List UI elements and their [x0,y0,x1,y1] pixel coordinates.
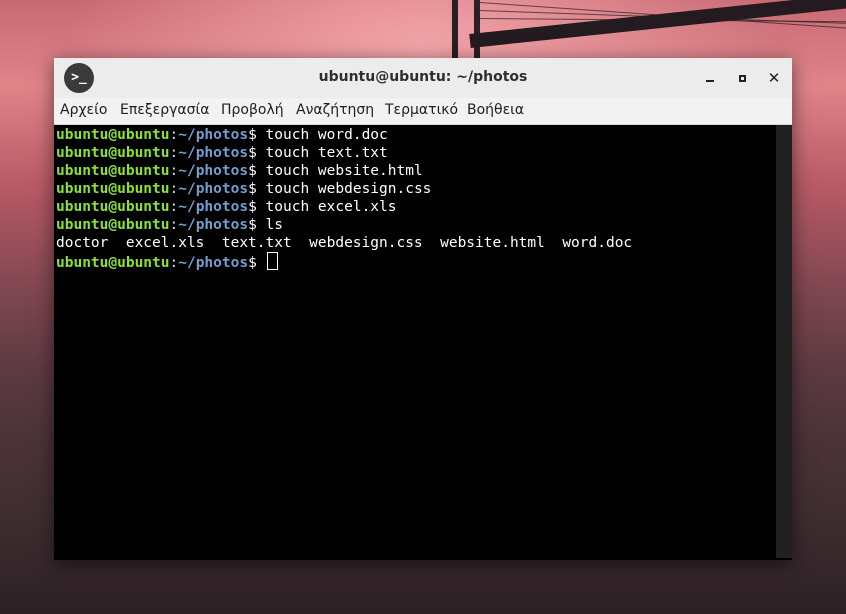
prompt-user: ubuntu@ubuntu [56,199,170,215]
command-text: touch website.html [256,163,423,179]
background-bridge-tower [452,0,480,64]
prompt-separator: : [169,163,179,179]
scrollbar[interactable] [776,125,792,558]
close-button[interactable]: ✕ [764,68,784,88]
command-text: ls [256,217,284,233]
terminal-line: ubuntu@ubuntu:~/photos$ ls [56,216,776,234]
command-text: touch text.txt [256,145,388,161]
prompt-separator: : [169,145,179,161]
terminal-line: ubuntu@ubuntu:~/photos$ touch excel.xls [56,198,776,216]
window-title: ubuntu@ubuntu: ~/photos [318,69,528,85]
prompt-path: ~/photos [178,181,249,197]
prompt-separator: : [169,255,179,271]
prompt-symbol: $ [248,145,257,161]
minimize-icon [706,80,714,82]
prompt-separator: : [169,181,179,197]
ls-output: doctor excel.xls text.txt webdesign.css … [56,235,633,251]
maximize-icon [738,74,746,82]
menu-edit[interactable]: Επεξεργασία [120,102,209,118]
command-text: touch word.doc [256,127,388,143]
terminal-line: ubuntu@ubuntu:~/photos$ touch word.doc [56,126,776,144]
minimize-button[interactable] [700,68,720,88]
prompt-path: ~/photos [178,199,249,215]
prompt-user: ubuntu@ubuntu [56,255,170,271]
menu-terminal[interactable]: Τερματικό [385,102,458,118]
maximize-button[interactable] [732,68,752,88]
menu-bar: Αρχείο Επεξεργασία Προβολή Αναζήτηση Τερ… [54,98,792,125]
prompt-symbol: $ [248,199,257,215]
terminal-line-active: ubuntu@ubuntu:~/photos$ [56,252,776,271]
menu-help[interactable]: Βοήθεια [467,102,524,118]
terminal-line: ubuntu@ubuntu:~/photos$ touch webdesign.… [56,180,776,198]
prompt-path: ~/photos [178,163,249,179]
prompt-symbol: $ [248,181,257,197]
menu-file[interactable]: Αρχείο [60,102,107,118]
prompt-user: ubuntu@ubuntu [56,181,170,197]
terminal-line: ubuntu@ubuntu:~/photos$ touch text.txt [56,144,776,162]
terminal-line: ubuntu@ubuntu:~/photos$ touch website.ht… [56,162,776,180]
prompt-path: ~/photos [178,145,249,161]
prompt-path: ~/photos [178,217,249,233]
prompt-separator: : [169,127,179,143]
prompt-user: ubuntu@ubuntu [56,217,170,233]
prompt-separator: : [169,217,179,233]
prompt-user: ubuntu@ubuntu [56,127,170,143]
prompt-symbol: $ [248,217,257,233]
prompt-symbol: $ [248,127,257,143]
terminal-window[interactable]: >_ ubuntu@ubuntu: ~/photos ✕ Αρχείο Επεξ… [54,58,792,560]
prompt-path: ~/photos [178,127,249,143]
command-text: touch excel.xls [256,199,397,215]
menu-view[interactable]: Προβολή [221,102,284,118]
prompt-symbol: $ [248,255,257,271]
prompt-separator: : [169,199,179,215]
text-cursor [266,252,278,270]
prompt-path: ~/photos [178,255,249,271]
close-icon: ✕ [767,69,781,87]
command-text: touch webdesign.css [256,181,432,197]
title-bar[interactable]: >_ ubuntu@ubuntu: ~/photos ✕ [54,58,792,99]
menu-search[interactable]: Αναζήτηση [296,102,374,118]
prompt-symbol: $ [248,163,257,179]
terminal-output[interactable]: ubuntu@ubuntu:~/photos$ touch word.doc u… [54,125,776,558]
prompt-user: ubuntu@ubuntu [56,163,170,179]
prompt-user: ubuntu@ubuntu [56,145,170,161]
